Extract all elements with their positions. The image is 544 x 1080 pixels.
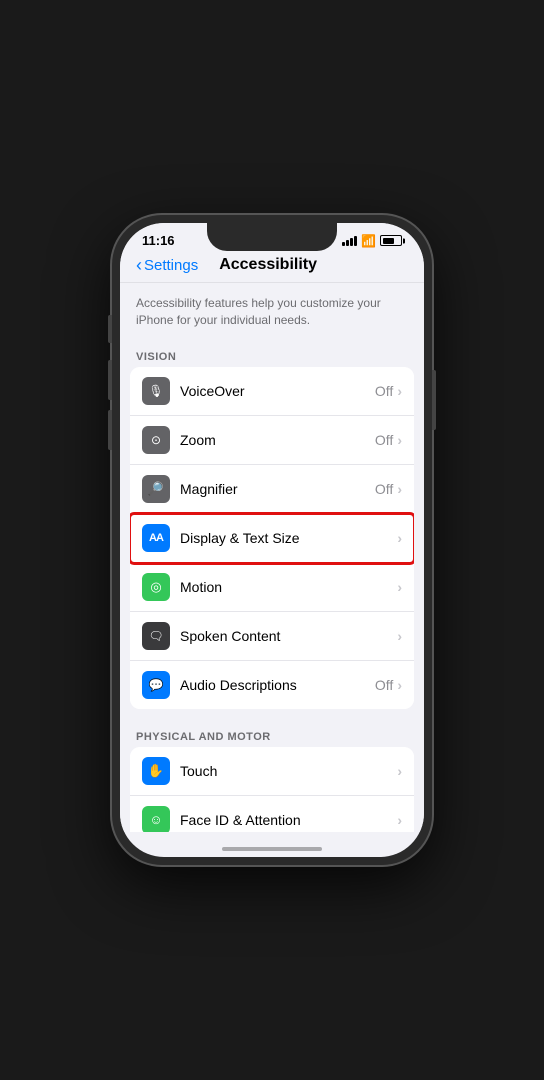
back-chevron-icon: ‹ — [136, 256, 142, 274]
touch-icon: ✋ — [142, 757, 170, 785]
face-id-chevron-icon: › — [397, 812, 402, 828]
back-button[interactable]: ‹ Settings — [136, 256, 198, 274]
list-item-display-text-size[interactable]: AA Display & Text Size › — [130, 514, 414, 563]
section-header-vision: VISION — [120, 337, 424, 367]
motion-icon: ◎ — [142, 573, 170, 601]
display-text-size-chevron-icon: › — [397, 530, 402, 546]
list-item-zoom[interactable]: ⊙ Zoom Off › — [130, 416, 414, 465]
spoken-content-icon: 🗨 — [142, 622, 170, 650]
zoom-value: Off — [375, 432, 393, 448]
wifi-icon: 📶 — [361, 234, 376, 248]
back-label: Settings — [144, 257, 198, 274]
physical-list-group: ✋ Touch › ☺ Face ID & Attention › — [130, 747, 414, 832]
section-header-physical: PHYSICAL AND MOTOR — [120, 717, 424, 747]
touch-label: Touch — [180, 763, 393, 779]
zoom-label: Zoom — [180, 432, 375, 448]
face-id-label: Face ID & Attention — [180, 812, 393, 828]
vision-list-group: 🎙 VoiceOver Off › ⊙ Zoom Off › 🔎 — [130, 367, 414, 709]
list-item-face-id[interactable]: ☺ Face ID & Attention › — [130, 796, 414, 832]
volume-up-button — [108, 360, 112, 400]
zoom-icon: ⊙ — [142, 426, 170, 454]
list-item-magnifier[interactable]: 🔎 Magnifier Off › — [130, 465, 414, 514]
touch-chevron-icon: › — [397, 763, 402, 779]
face-id-icon: ☺ — [142, 806, 170, 832]
status-time: 11:16 — [142, 233, 175, 248]
voiceover-value: Off — [375, 383, 393, 399]
list-item-motion[interactable]: ◎ Motion › — [130, 563, 414, 612]
nav-bar: ‹ Settings Accessibility — [120, 252, 424, 283]
signal-icon — [342, 236, 357, 246]
magnifier-label: Magnifier — [180, 481, 375, 497]
phone-frame: 11:16 📶 ‹ Settings Accessibility — [112, 215, 432, 865]
description-text: Accessibility features help you customiz… — [120, 283, 424, 337]
battery-icon — [380, 235, 402, 246]
status-icons: 📶 — [342, 234, 402, 248]
notch — [207, 223, 337, 251]
display-text-size-icon: AA — [142, 524, 170, 552]
volume-down-button — [108, 410, 112, 450]
list-item-touch[interactable]: ✋ Touch › — [130, 747, 414, 796]
voiceover-chevron-icon: › — [397, 383, 402, 399]
spoken-content-label: Spoken Content — [180, 628, 393, 644]
audio-descriptions-label: Audio Descriptions — [180, 677, 375, 693]
home-indicator — [222, 847, 322, 851]
zoom-chevron-icon: › — [397, 432, 402, 448]
power-button — [432, 370, 436, 430]
phone-screen: 11:16 📶 ‹ Settings Accessibility — [120, 223, 424, 857]
page-title: Accessibility — [198, 256, 338, 274]
list-item-spoken-content[interactable]: 🗨 Spoken Content › — [130, 612, 414, 661]
voiceover-label: VoiceOver — [180, 383, 375, 399]
list-item-audio-descriptions[interactable]: 💬 Audio Descriptions Off › — [130, 661, 414, 709]
display-text-size-label: Display & Text Size — [180, 530, 393, 546]
list-item-voiceover[interactable]: 🎙 VoiceOver Off › — [130, 367, 414, 416]
spoken-content-chevron-icon: › — [397, 628, 402, 644]
magnifier-icon: 🔎 — [142, 475, 170, 503]
audio-descriptions-chevron-icon: › — [397, 677, 402, 693]
motion-label: Motion — [180, 579, 393, 595]
audio-descriptions-icon: 💬 — [142, 671, 170, 699]
audio-descriptions-value: Off — [375, 677, 393, 693]
magnifier-value: Off — [375, 481, 393, 497]
motion-chevron-icon: › — [397, 579, 402, 595]
voiceover-icon: 🎙 — [142, 377, 170, 405]
magnifier-chevron-icon: › — [397, 481, 402, 497]
content-area: Accessibility features help you customiz… — [120, 283, 424, 832]
